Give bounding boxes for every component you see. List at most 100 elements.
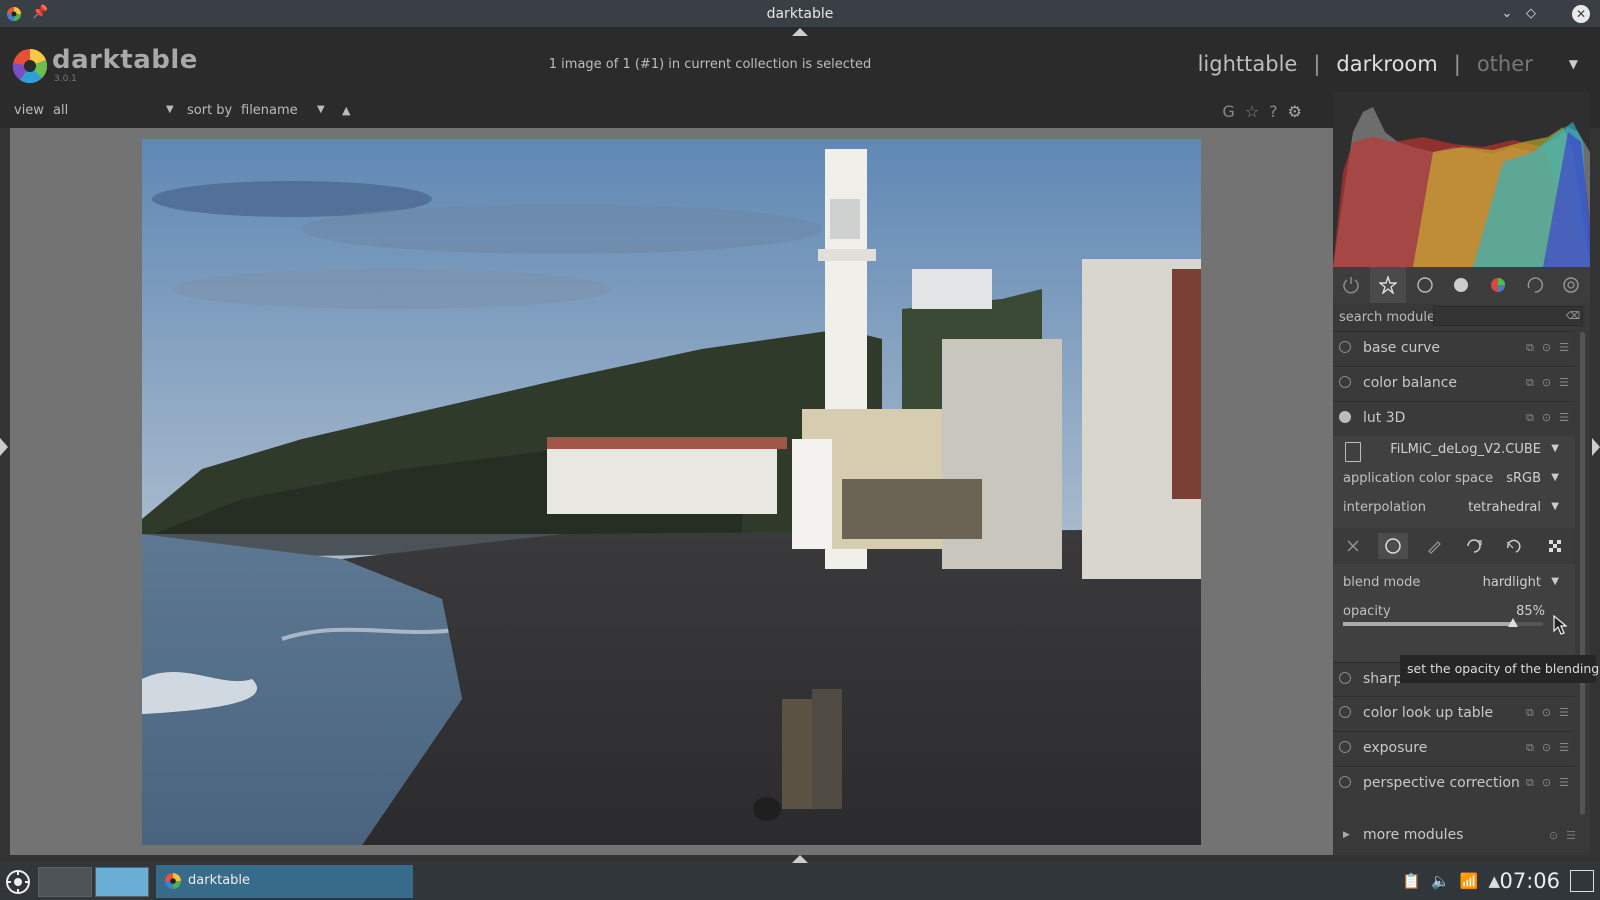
drawn-mask-icon[interactable] <box>1419 533 1449 559</box>
module-power-icon[interactable] <box>1339 376 1351 388</box>
module-color-look-up-table[interactable]: color look up table ⧉ ⊙ ☰ <box>1333 696 1575 730</box>
module-lut3d[interactable]: lut 3D ⧉ ⊙ ☰ <box>1333 401 1575 435</box>
main-photo[interactable] <box>142 139 1201 845</box>
presets-icon[interactable]: ☰ <box>1559 341 1569 355</box>
version-label: 3.0.1 <box>54 74 77 84</box>
opacity-label: opacity <box>1343 604 1391 619</box>
gear-icon[interactable]: ⚙ <box>1288 102 1302 121</box>
opacity-slider[interactable] <box>1343 618 1543 627</box>
grouping-icon[interactable]: G <box>1222 102 1234 121</box>
close-button[interactable]: ✕ <box>1572 5 1590 23</box>
search-module-input[interactable] <box>1433 306 1583 326</box>
blend-off-icon[interactable] <box>1338 533 1368 559</box>
opacity-slider-handle[interactable] <box>1508 618 1518 627</box>
multi-instance-icon[interactable]: ⧉ <box>1526 341 1534 355</box>
help-icon[interactable]: ? <box>1269 102 1278 121</box>
module-power-icon[interactable] <box>1339 706 1351 718</box>
presets-icon[interactable]: ☰ <box>1559 411 1569 425</box>
clock[interactable]: 07:06 <box>1499 869 1560 893</box>
tray-expand-icon[interactable]: ▲ <box>1488 872 1500 890</box>
reset-icon[interactable]: ⊙ <box>1549 829 1558 842</box>
module-list-scrollbar[interactable] <box>1580 332 1585 815</box>
module-power-icon[interactable] <box>1339 411 1351 423</box>
module-exposure[interactable]: exposure ⧉ ⊙ ☰ <box>1333 731 1575 765</box>
presets-icon[interactable]: ☰ <box>1566 829 1576 842</box>
multi-instance-icon[interactable]: ⧉ <box>1526 411 1534 425</box>
lut-file-row[interactable]: FiLMiC_deLog_V2.CUBE ▼ <box>1333 436 1575 464</box>
view-filter-dropdown-icon[interactable]: ▼ <box>166 104 174 115</box>
view-separator: | <box>1453 52 1461 76</box>
multi-instance-icon[interactable]: ⧉ <box>1526 706 1534 720</box>
sort-label: sort by <box>187 103 233 118</box>
view-lighttable[interactable]: lighttable <box>1198 52 1298 76</box>
presets-icon[interactable]: ☰ <box>1559 376 1569 390</box>
presets-icon[interactable]: ☰ <box>1559 706 1569 720</box>
module-power-icon[interactable] <box>1339 341 1351 353</box>
clear-search-icon[interactable]: ⌫ <box>1566 311 1580 322</box>
raster-mask-icon[interactable] <box>1540 533 1570 559</box>
blend-mode-value: hardlight <box>1482 575 1541 590</box>
parametric-mask-icon[interactable] <box>1459 533 1489 559</box>
blend-mode-row[interactable]: blend mode hardlight ▼ <box>1333 569 1575 597</box>
multi-instance-icon[interactable]: ⧉ <box>1526 776 1534 790</box>
dropdown-icon[interactable]: ▼ <box>1551 472 1559 483</box>
module-perspective-correction[interactable]: perspective correction ⧉ ⊙ ☰ <box>1333 766 1575 800</box>
group-active-modules[interactable] <box>1333 267 1370 303</box>
views-dropdown-icon[interactable]: ▼ <box>1569 57 1578 71</box>
reset-icon[interactable]: ⊙ <box>1542 411 1551 425</box>
group-correct[interactable] <box>1516 267 1553 303</box>
reset-icon[interactable]: ⊙ <box>1542 706 1551 720</box>
module-power-icon[interactable] <box>1339 776 1351 788</box>
show-desktop-button[interactable] <box>1570 870 1594 892</box>
view-separator: | <box>1313 52 1321 76</box>
interpolation-row[interactable]: interpolation tetrahedral ▼ <box>1333 494 1575 522</box>
group-basic[interactable] <box>1406 267 1443 303</box>
group-tone[interactable] <box>1443 267 1480 303</box>
expand-right-panel-arrow[interactable] <box>1592 438 1600 456</box>
minimize-button[interactable]: ⌄ <box>1498 5 1516 23</box>
histogram[interactable] <box>1333 92 1590 267</box>
view-darkroom[interactable]: darkroom <box>1336 52 1437 76</box>
view-other[interactable]: other <box>1477 52 1533 76</box>
virtual-desktop-2[interactable] <box>95 867 149 897</box>
star-icon[interactable]: ☆ <box>1245 102 1259 121</box>
reset-icon[interactable]: ⊙ <box>1542 776 1551 790</box>
module-search: search module ⌫ <box>1333 303 1590 331</box>
collapse-bottom-panel-arrow[interactable] <box>792 855 808 863</box>
dropdown-icon[interactable]: ▼ <box>1551 501 1559 512</box>
multi-instance-icon[interactable]: ⧉ <box>1526 376 1534 390</box>
blend-uniform-icon[interactable] <box>1378 533 1409 559</box>
group-color[interactable] <box>1480 267 1517 303</box>
sort-direction-toggle[interactable]: ▲ <box>342 104 350 117</box>
sort-dropdown-icon[interactable]: ▼ <box>317 104 325 115</box>
file-chooser-icon[interactable] <box>1345 442 1361 462</box>
multi-instance-icon[interactable]: ⧉ <box>1526 741 1534 755</box>
app-colorspace-row[interactable]: application color space sRGB ▼ <box>1333 465 1575 493</box>
opacity-value: 85% <box>1516 604 1545 619</box>
module-power-icon[interactable] <box>1339 672 1351 684</box>
maximize-button[interactable]: ◇ <box>1522 5 1540 23</box>
group-effect[interactable] <box>1553 267 1590 303</box>
volume-icon[interactable]: 🔈 <box>1431 872 1450 890</box>
expand-left-panel-arrow[interactable] <box>0 438 8 456</box>
group-favorites[interactable] <box>1369 267 1407 303</box>
more-modules-row[interactable]: ▶ more modules ⊙ ☰ <box>1333 818 1590 854</box>
module-color-balance[interactable]: color balance ⧉ ⊙ ☰ <box>1333 366 1575 400</box>
clipboard-icon[interactable]: 📋 <box>1402 872 1421 890</box>
drawn-parametric-mask-icon[interactable] <box>1499 533 1529 559</box>
view-filter-select[interactable]: all <box>53 103 68 118</box>
dropdown-icon[interactable]: ▼ <box>1551 443 1559 454</box>
module-base-curve[interactable]: base curve ⧉ ⊙ ☰ <box>1333 331 1575 365</box>
dropdown-icon[interactable]: ▼ <box>1551 576 1559 587</box>
collapse-top-panel-arrow[interactable] <box>792 28 808 36</box>
wifi-icon[interactable]: 📶 <box>1460 872 1479 890</box>
module-power-icon[interactable] <box>1339 741 1351 753</box>
reset-icon[interactable]: ⊙ <box>1542 376 1551 390</box>
reset-icon[interactable]: ⊙ <box>1542 741 1551 755</box>
sort-select[interactable]: filename <box>241 103 298 118</box>
presets-icon[interactable]: ☰ <box>1559 741 1569 755</box>
virtual-desktop-1[interactable] <box>38 867 92 897</box>
reset-icon[interactable]: ⊙ <box>1542 341 1551 355</box>
presets-icon[interactable]: ☰ <box>1559 776 1569 790</box>
app-launcher-icon[interactable] <box>4 868 32 896</box>
